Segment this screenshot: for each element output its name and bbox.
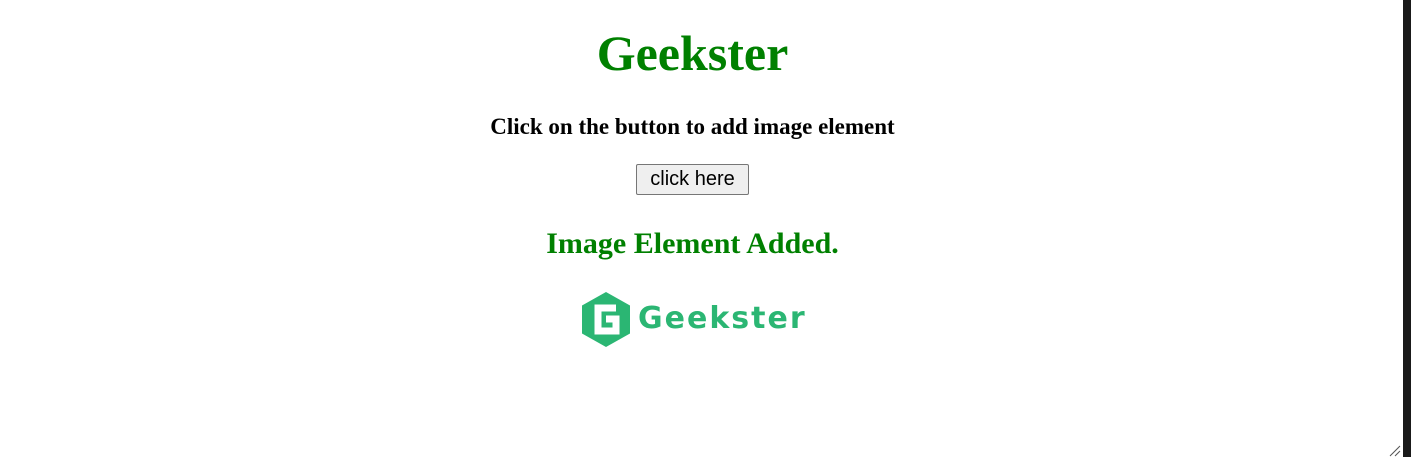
resize-handle-icon[interactable] bbox=[1388, 444, 1401, 457]
geekster-logo-image: Geekster bbox=[580, 291, 806, 349]
instruction-text: Click on the button to add image element bbox=[490, 114, 895, 139]
logo-wordmark: Geekster bbox=[638, 301, 807, 336]
geekster-logo-icon bbox=[582, 292, 630, 347]
click-here-button[interactable]: click here bbox=[636, 164, 749, 195]
status-message: Image Element Added. bbox=[546, 227, 839, 260]
window-edge bbox=[1403, 0, 1411, 457]
page-title: Geekster bbox=[596, 25, 789, 81]
page-viewport: Geekster Click on the button to add imag… bbox=[0, 0, 1403, 457]
